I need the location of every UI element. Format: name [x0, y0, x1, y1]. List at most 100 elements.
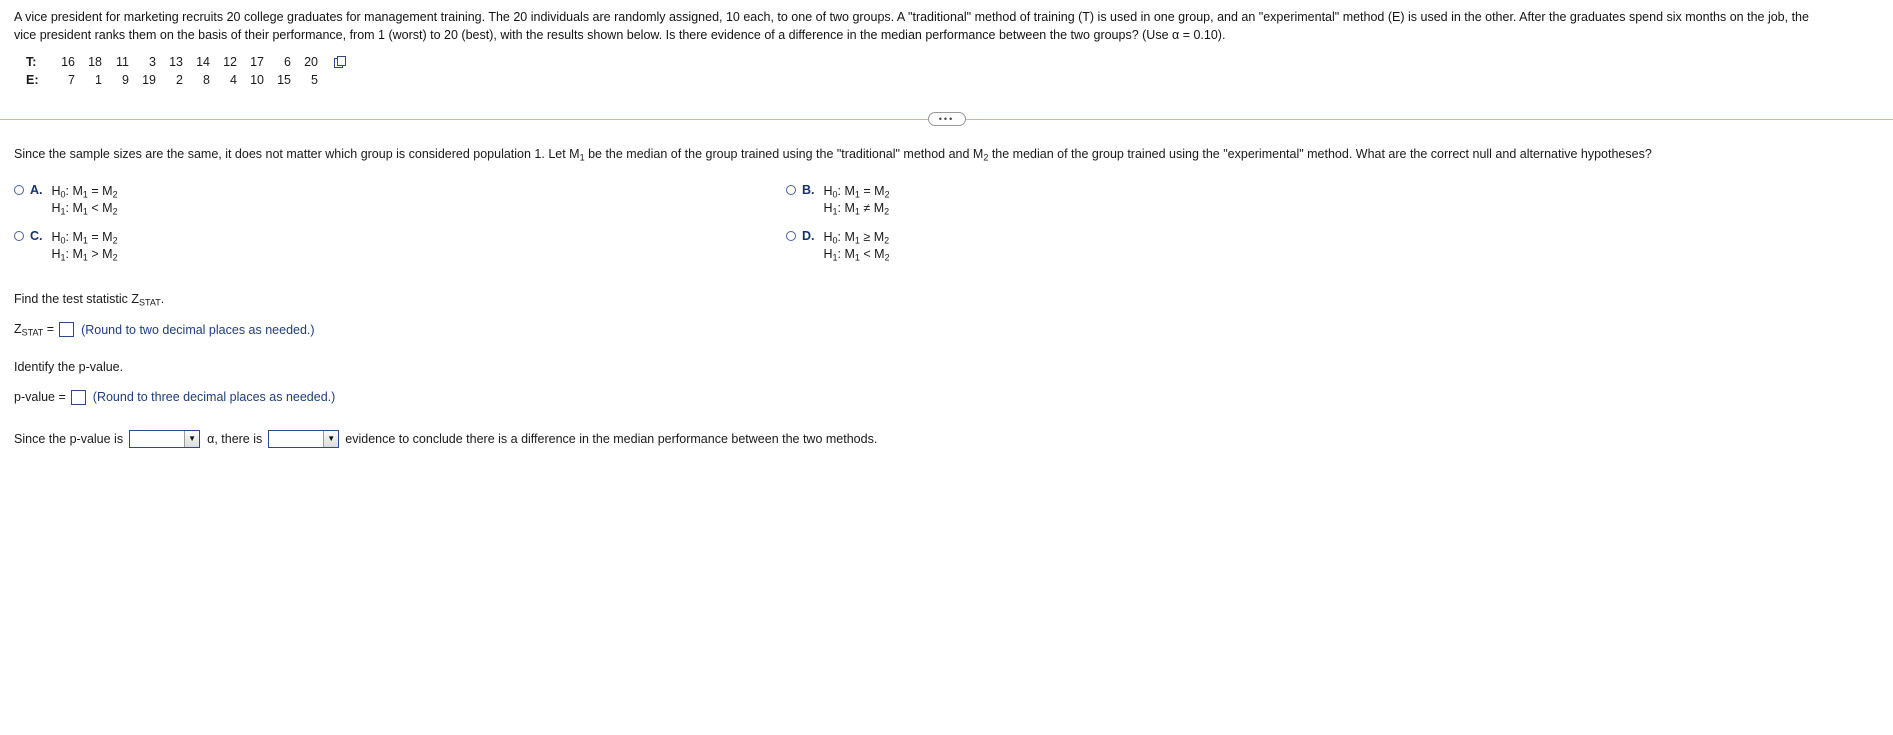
option-d-letter: D. — [802, 228, 815, 243]
options-column-right: B. H0: M1 = M2 H1: M1 ≠ M2 D. H0: M1 ≥ M… — [786, 183, 890, 275]
m-sub2: 2 — [112, 252, 118, 263]
p-value-hint: (Round to three decimal places as needed… — [92, 390, 336, 405]
h-symbol: H — [823, 183, 833, 198]
cell-t-5: 13 — [169, 54, 183, 69]
evidence-dropdown[interactable]: ▼ — [268, 429, 340, 448]
m-sub2: 2 — [112, 206, 118, 217]
operator: ≠ M — [859, 201, 885, 216]
cell-e-3: 9 — [122, 73, 129, 88]
cell-e-5: 2 — [176, 73, 183, 88]
ranks-table: T: 16 18 11 3 13 14 12 17 6 20 E: 7 1 9 … — [26, 53, 346, 91]
zstat-sub: STAT — [21, 327, 44, 338]
p-value-input[interactable] — [70, 389, 86, 405]
m-sub2: 2 — [884, 206, 890, 217]
radio-option-b[interactable] — [786, 184, 796, 195]
p-value-comparison-value — [130, 431, 184, 447]
option-d[interactable]: D. H0: M1 ≥ M2 H1: M1 < M2 — [786, 229, 890, 264]
operator: > M — [87, 247, 113, 262]
cell-t-8: 17 — [250, 54, 264, 69]
cell-e-9: 15 — [277, 73, 291, 88]
conclusion-text-start: Since the p-value is — [14, 431, 124, 446]
operator: ≥ M — [859, 229, 885, 244]
copy-data-button[interactable] — [318, 53, 346, 72]
radio-option-c[interactable] — [14, 230, 24, 241]
m-symbol: : M — [837, 229, 855, 244]
h-symbol: H — [823, 201, 833, 216]
problem-statement: A vice president for marketing recruits … — [0, 0, 1893, 45]
m-symbol: : M — [837, 247, 855, 262]
option-c-letter: C. — [30, 228, 43, 243]
h-symbol: H — [823, 247, 833, 262]
test-statistic-prompt-text: Find the test statistic Z — [14, 291, 140, 306]
table-row: T: 16 18 11 3 13 14 12 17 6 20 — [26, 53, 346, 72]
data-table-block: T: 16 18 11 3 13 14 12 17 6 20 E: 7 1 9 … — [26, 53, 1893, 91]
chevron-down-icon: ▼ — [323, 430, 339, 447]
option-b-alt: H1: M1 ≠ M2 — [824, 200, 890, 217]
operator: = M — [87, 229, 113, 244]
test-statistic-answer-row: ZSTAT = (Round to two decimal places as … — [14, 322, 1879, 337]
cell-e-2: 1 — [95, 73, 102, 88]
p-value-prompt: Identify the p-value. — [14, 360, 124, 375]
h-symbol: H — [823, 229, 833, 244]
question-area: Since the sample sizes are the same, it … — [0, 146, 1893, 448]
option-a[interactable]: A. H0: M1 = M2 H1: M1 < M2 — [14, 183, 118, 218]
problem-line-1: A vice president for marketing recruits … — [14, 10, 1809, 24]
cell-t-1: 16 — [61, 54, 75, 69]
m-symbol: : M — [65, 247, 83, 262]
test-statistic-input[interactable] — [59, 322, 75, 337]
radio-option-d[interactable] — [786, 230, 796, 241]
option-d-alt: H1: M1 < M2 — [824, 246, 890, 263]
option-c-alt: H1: M1 > M2 — [52, 246, 118, 263]
radio-option-a[interactable] — [14, 184, 24, 195]
m-sub2: 2 — [112, 235, 118, 245]
copy-icon — [334, 55, 346, 68]
cell-e-7: 4 — [230, 73, 237, 88]
option-b[interactable]: B. H0: M1 = M2 H1: M1 ≠ M2 — [786, 183, 890, 218]
period: . — [160, 291, 165, 306]
m-symbol: : M — [837, 201, 855, 216]
section-divider: ••• — [0, 112, 1893, 126]
q-intro-part2: be the median of the group trained using… — [584, 147, 984, 161]
conclusion-row: Since the p-value is ▼ α, there is ▼ evi… — [14, 429, 1879, 448]
cell-t-9: 6 — [284, 54, 291, 69]
option-a-null: H0: M1 = M2 — [52, 183, 118, 200]
zstat-sub: STAT — [139, 297, 161, 308]
m-sub2: 2 — [884, 189, 890, 200]
p-value-comparison-dropdown[interactable]: ▼ — [129, 429, 201, 448]
h-symbol: H — [51, 229, 61, 244]
conclusion-text-end: evidence to conclude there is a differen… — [345, 431, 878, 446]
option-b-body: H0: M1 = M2 H1: M1 ≠ M2 — [824, 183, 890, 218]
cell-e-6: 8 — [203, 73, 210, 88]
row-label-experimental: E: — [26, 73, 39, 88]
options-column-left: A. H0: M1 = M2 H1: M1 < M2 C. H0: M1 = M… — [14, 183, 118, 275]
option-b-null: H0: M1 = M2 — [824, 183, 890, 200]
option-c[interactable]: C. H0: M1 = M2 H1: M1 > M2 — [14, 229, 118, 264]
h-symbol: H — [51, 247, 61, 262]
cell-t-3: 11 — [116, 54, 129, 69]
cell-e-8: 10 — [250, 73, 264, 88]
option-c-body: H0: M1 = M2 H1: M1 > M2 — [52, 229, 118, 264]
table-row: E: 7 1 9 19 2 8 4 10 15 5 — [26, 71, 345, 90]
divider-collapse-handle[interactable]: ••• — [927, 112, 966, 126]
q-intro-part3: the median of the group trained using th… — [988, 147, 1652, 161]
cell-t-7: 12 — [223, 54, 237, 69]
evidence-value — [269, 431, 323, 447]
h-symbol: H — [51, 183, 61, 198]
test-statistic-prompt: Find the test statistic ZSTAT. — [14, 291, 1879, 309]
p-value-label: p-value = — [14, 390, 66, 405]
option-a-alt: H1: M1 < M2 — [52, 200, 118, 217]
zstat-label: ZSTAT = — [14, 322, 54, 337]
option-a-body: H0: M1 = M2 H1: M1 < M2 — [52, 183, 118, 218]
hypotheses-question-text: Since the sample sizes are the same, it … — [14, 146, 1879, 164]
problem-line-2: vice president ranks them on the basis o… — [14, 27, 1226, 42]
empty-cell — [318, 71, 345, 90]
option-a-letter: A. — [30, 182, 43, 197]
answer-options: A. H0: M1 = M2 H1: M1 < M2 C. H0: M1 = M… — [14, 183, 1879, 269]
chevron-down-icon: ▼ — [184, 430, 200, 447]
operator: = M — [87, 183, 113, 198]
test-statistic-hint: (Round to two decimal places as needed.) — [81, 322, 315, 337]
cell-t-6: 14 — [196, 54, 210, 69]
equals-sign: = — [43, 321, 55, 336]
h-symbol: H — [51, 201, 61, 216]
operator: < M — [859, 247, 885, 262]
